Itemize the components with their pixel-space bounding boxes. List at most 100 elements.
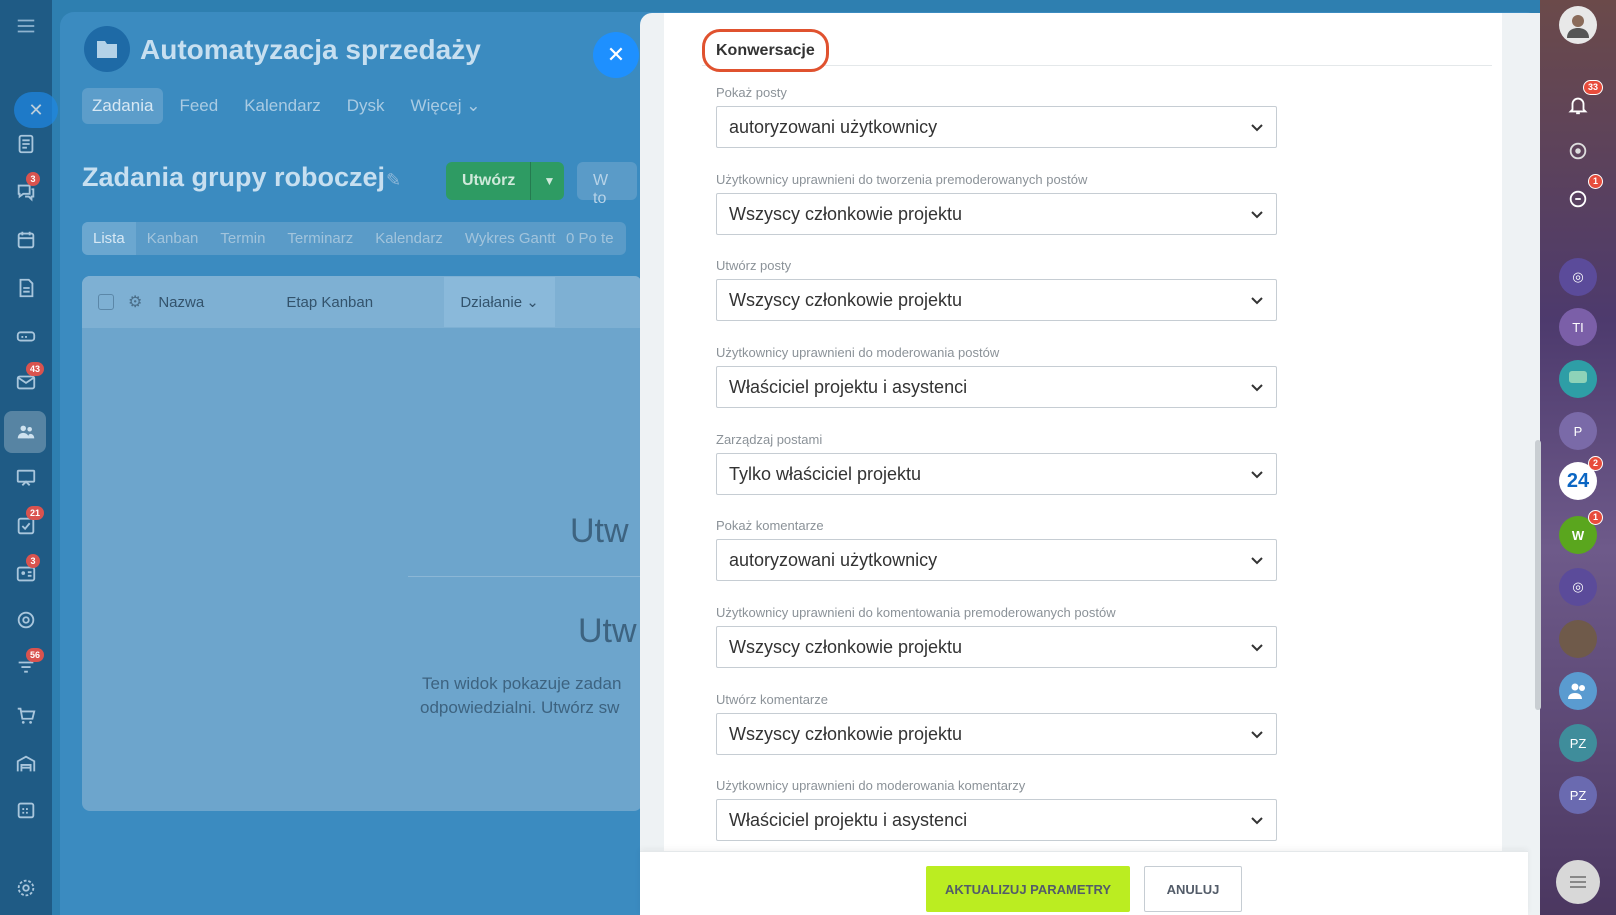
select-value: Wszyscy członkowie projektu [729,723,963,744]
empty-state-desc-2: odpowiedzialni. Utwórz sw [420,698,620,717]
groups-icon[interactable] [14,420,38,444]
task-table: ⚙ Nazwa Etap Kanban Działanie ⌄ Utw Utw … [82,276,658,811]
tasks-icon[interactable]: 21 [14,506,45,538]
group-title: Automatyzacja sprzedaży [140,34,481,65]
deadline-filter[interactable]: 0 Po te [556,222,626,255]
chevron-down-icon [1251,297,1263,305]
empty-state-subtitle: Utw [578,612,637,650]
view-list[interactable]: Lista [82,222,136,255]
select-create-posts[interactable]: Wszyscy członkowie projektu [716,279,1277,321]
view-switcher: Lista Kanban Termin Terminarz Kalendarz … [82,222,575,255]
app24-icon[interactable]: 24 2 [1559,456,1603,500]
board-icon[interactable] [14,466,38,490]
warehouse-icon[interactable] [14,752,38,776]
menu-icon[interactable] [14,14,38,38]
view-kanban[interactable]: Kanban [136,222,210,255]
select-show-posts[interactable]: autoryzowani użytkownicy [716,106,1277,148]
section-title: Konwersacje [702,29,829,72]
select-show-comments[interactable]: autoryzowani użytkownicy [716,539,1277,581]
cart-icon[interactable] [14,704,38,728]
empty-state-title: Utw [570,512,629,550]
view-planner[interactable]: Terminarz [276,222,364,255]
feed-icon[interactable] [14,132,38,156]
group-avatar-icon[interactable] [1559,672,1597,710]
select-value: Wszyscy członkowie projektu [729,203,963,224]
filter-badge: 56 [26,648,45,662]
tab-more[interactable]: Więcej ⌄ [401,88,491,124]
select-premod-comments[interactable]: Wszyscy członkowie projektu [716,626,1277,668]
tab-drive[interactable]: Dysk [337,88,395,124]
chevron-down-icon [1251,124,1263,132]
select-premod-posts[interactable]: Wszyscy członkowie projektu [716,193,1277,235]
select-moderate-comments[interactable]: Właściciel projektu i asystenci [716,799,1277,841]
close-panel-button[interactable]: ✕ [593,32,639,78]
select-value: autoryzowani użytkownicy [729,549,938,570]
field-label-create-posts: Utwórz posty [716,258,792,273]
column-action[interactable]: Działanie ⌄ [444,277,555,327]
avatar-p[interactable]: P [1559,412,1597,450]
schedule-icon[interactable] [14,798,38,822]
filter-count: 0 [566,230,575,247]
field-label-show-posts: Pokaż posty [716,85,787,100]
avatar-pz-1[interactable]: PZ [1559,724,1597,762]
filter-icon[interactable]: 56 [14,648,45,680]
select-value: Właściciel projektu i asystenci [729,809,968,830]
right-sidebar: 33 1 ◎ TI P 24 2 W 1 ◎ PZ PZ [1540,0,1616,915]
avatar-pz-2[interactable]: PZ [1559,776,1597,814]
avatar-w-label: W [1571,527,1585,543]
settings-panel: Konwersacje Pokaż posty autoryzowani uży… [640,13,1540,915]
notifications-badge: 33 [1582,80,1603,95]
cancel-button[interactable]: ANULUJ [1144,866,1242,912]
field-label-moderate-posts: Użytkownicy uprawnieni do moderowania po… [716,345,1000,360]
pin-icon[interactable]: ✎ [386,170,401,191]
tab-tasks[interactable]: Zadania [82,88,164,124]
target-icon[interactable] [14,608,38,632]
empty-divider [408,576,658,577]
close-slider-icon[interactable]: ✕ [14,92,58,128]
panel-scrollbar[interactable] [1535,440,1541,710]
tab-calendar[interactable]: Kalendarz [234,88,331,124]
calendar-icon[interactable] [14,228,38,252]
photo-avatar[interactable] [1559,620,1597,658]
chat-icon[interactable]: 3 [14,172,40,204]
view-calendar[interactable]: Kalendarz [364,222,454,255]
app24-badge: 2 [1587,456,1603,471]
w-badge: 1 [1587,510,1603,525]
update-parameters-button[interactable]: AKTUALIZUJ PARAMETRY [926,866,1130,912]
chevron-down-icon[interactable]: ▼ [530,162,568,200]
chat-badge: 3 [26,172,40,186]
contact-list-icon[interactable] [1556,860,1600,904]
chat-search-icon[interactable]: 1 [1559,174,1603,218]
chat-bubble-icon[interactable] [1559,360,1597,398]
view-deadline[interactable]: Termin [209,222,276,255]
copilot-icon[interactable] [1559,132,1597,170]
chevron-down-icon [1251,471,1263,479]
field-label-premod-comments: Użytkownicy uprawnieni do komentowania p… [716,605,1116,620]
tab-feed[interactable]: Feed [169,88,228,124]
avatar-w[interactable]: W 1 [1559,510,1603,554]
settings-card: Konwersacje Pokaż posty autoryzowani uży… [664,13,1502,851]
select-value: Tylko właściciel projektu [729,463,922,484]
user-avatar[interactable] [1559,6,1597,44]
select-moderate-posts[interactable]: Właściciel projektu i asystenci [716,366,1277,408]
openlines-icon-2[interactable]: ◎ [1559,568,1597,606]
openlines-icon[interactable]: ◎ [1559,258,1597,296]
column-stage[interactable]: Etap Kanban [286,294,444,311]
search-input[interactable]: W to [577,162,637,207]
bell-icon[interactable]: 33 [1559,80,1603,124]
contacts-icon[interactable]: 3 [14,554,40,586]
select-all-checkbox[interactable] [98,294,114,310]
settings-icon[interactable] [14,876,38,900]
select-value: autoryzowani użytkownicy [729,116,938,137]
gear-icon[interactable]: ⚙ [128,292,142,312]
select-create-comments[interactable]: Wszyscy członkowie projektu [716,713,1277,755]
table-header: ⚙ Nazwa Etap Kanban Działanie ⌄ [82,276,642,328]
document-icon[interactable] [14,276,38,300]
select-manage-posts[interactable]: Tylko właściciel projektu [716,453,1277,495]
tasks-badge: 21 [26,506,45,520]
app24-label: 24 [1566,469,1590,492]
column-name[interactable]: Nazwa [158,294,286,311]
drive-icon[interactable] [14,324,38,348]
avatar-ti[interactable]: TI [1559,308,1597,346]
mail-icon[interactable]: 43 [14,362,45,394]
